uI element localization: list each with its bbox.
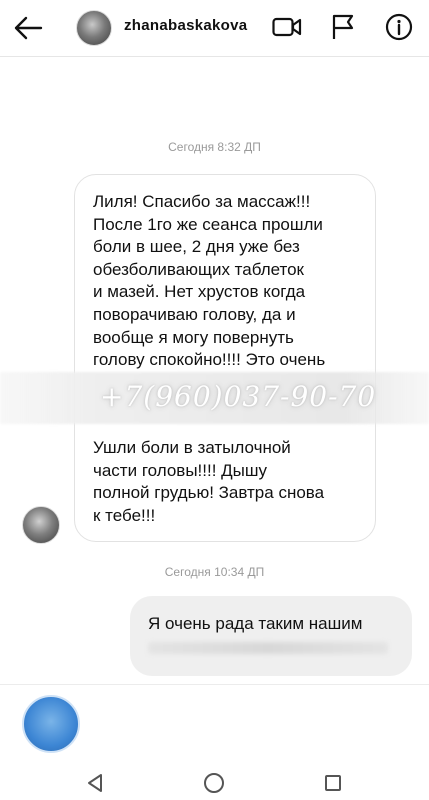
incoming-message-text-continued: Ушли боли в затылочной части головы!!!! … [93,437,361,527]
message-line: обезболивающих таблеток [93,259,304,279]
phone-watermark: +7(960)037-90-70 [100,380,377,413]
message-input[interactable] [90,705,394,741]
message-line: вообще я могу повернуть [93,327,294,347]
message-line: к тебе!!! [93,505,156,525]
header-username[interactable]: zhanabaskakova [124,17,247,34]
timestamp: Сегодня 8:32 ДП [168,140,261,154]
message-composer [0,684,429,765]
message-line: и мазей. Нет хрустов когда [93,282,306,302]
flag-icon[interactable] [328,12,358,42]
message-line: полной грудью! Завтра снова [93,483,325,503]
nav-back-icon[interactable] [80,768,110,798]
incoming-message-bubble[interactable]: Лиля! Спасибо за массаж!!! После 1го же … [74,174,376,542]
message-line: боли в шее, 2 дня уже без [93,237,300,257]
back-arrow-icon[interactable] [10,10,46,46]
message-line: Лиля! Спасибо за массаж!!! [93,192,311,211]
nav-recents-icon[interactable] [318,768,348,798]
nav-home-icon[interactable] [199,768,229,798]
incoming-message-text: Лиля! Спасибо за массаж!!! После 1го же … [93,191,361,372]
blurred-text [148,642,388,654]
chat-header: zhanabaskakova [0,0,429,57]
timestamp: Сегодня 10:34 ДП [164,565,265,579]
message-line: Ушли боли в затылочной [93,438,291,457]
message-line: После 1го же сеанса прошли [93,214,323,234]
system-nav-bar [0,764,429,800]
message-line: части головы!!!! Дышу [93,460,268,480]
message-line: голову спокойно!!!! Это очень [93,350,326,370]
sender-avatar[interactable] [22,506,60,544]
camera-button[interactable] [22,695,80,753]
outgoing-message-bubble[interactable]: Я очень рада таким нашим [130,596,412,676]
video-camera-icon[interactable] [272,12,302,42]
message-line: поворачиваю голову, да и [93,304,296,324]
header-avatar[interactable] [76,10,112,46]
outgoing-message-text: Я очень рада таким нашим [148,614,363,633]
info-icon[interactable] [384,12,414,42]
